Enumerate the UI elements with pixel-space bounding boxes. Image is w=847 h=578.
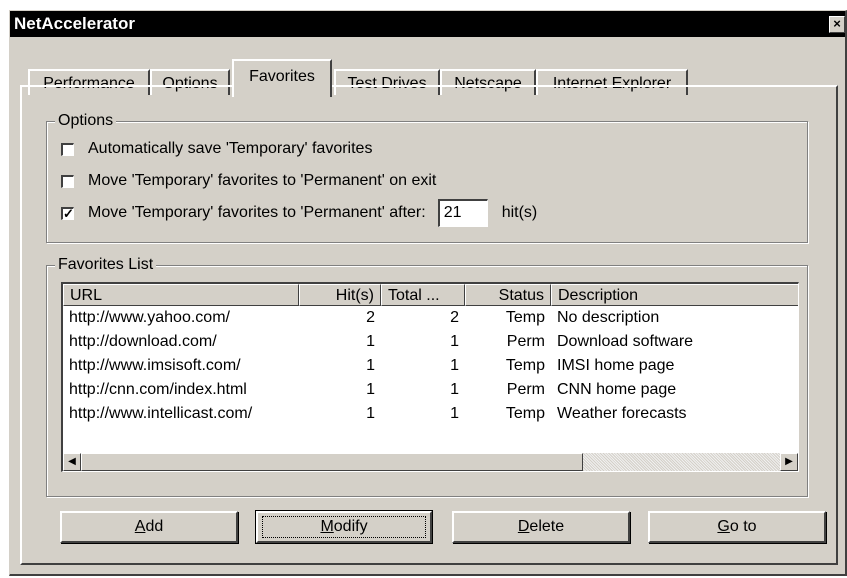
column-hits[interactable]: Hit(s) [299, 284, 381, 306]
close-icon[interactable]: × [829, 16, 845, 33]
cell-total: 2 [450, 309, 459, 326]
cell-status: Perm [506, 333, 545, 350]
move-on-exit-label: Move 'Temporary' favorites to 'Permanent… [88, 172, 437, 189]
cell-url: http://download.com/ [69, 333, 217, 350]
cell-total: 1 [450, 357, 459, 374]
cell-description: CNN home page [557, 381, 677, 398]
move-after-row[interactable]: ✓ Move 'Temporary' favorites to 'Permane… [61, 199, 538, 227]
cell-status: Perm [506, 381, 545, 398]
move-on-exit-checkbox[interactable] [61, 174, 74, 188]
cell-url: http://www.yahoo.com/ [69, 309, 230, 326]
modify-button[interactable]: Modify [255, 510, 433, 544]
cell-description: Download software [557, 333, 694, 350]
netaccelerator-window: NetAccelerator × Performance Options Fav… [9, 10, 847, 576]
scroll-thumb[interactable] [81, 453, 583, 471]
list-item[interactable]: http://download.com/1 1 Perm Download softw… [63, 330, 798, 354]
move-after-checkbox[interactable]: ✓ [61, 206, 74, 220]
focus-ring [262, 516, 426, 538]
hits-threshold-input[interactable]: 21 [437, 199, 488, 227]
cell-status: Temp [505, 309, 545, 326]
options-group: Options Automatically save 'Temporary' f… [46, 111, 808, 243]
listview-header: URL Hit(s) Total ... Status Description [63, 284, 798, 306]
cell-description: No description [557, 309, 660, 326]
auto-save-checkbox[interactable] [61, 142, 74, 156]
add-button[interactable]: Add [60, 511, 238, 543]
column-description[interactable]: Description [551, 284, 798, 306]
cell-hits: 2 [366, 309, 375, 326]
cell-url: http://www.imsisoft.com/ [69, 357, 241, 374]
cell-description: Weather forecasts [557, 405, 687, 422]
column-status[interactable]: Status [465, 284, 551, 306]
auto-save-label: Automatically save 'Temporary' favorites [88, 140, 373, 157]
move-after-label: Move 'Temporary' favorites to 'Permanent… [88, 204, 426, 221]
scroll-left-icon[interactable]: ◀ [63, 453, 81, 471]
cell-hits: 1 [366, 333, 375, 350]
window-title: NetAccelerator [14, 14, 135, 33]
cell-hits: 1 [366, 381, 375, 398]
list-item[interactable]: http://www.yahoo.com/2 2 Temp No descriptio… [63, 306, 798, 330]
cell-total: 1 [450, 405, 459, 422]
cell-url: http://www.intellicast.com/ [69, 405, 253, 422]
favorites-list-group: Favorites List URL Hit(s) Total ... Stat… [46, 255, 808, 497]
cell-hits: 1 [366, 405, 375, 422]
auto-save-row[interactable]: Automatically save 'Temporary' favorites [61, 138, 372, 160]
cell-total: 1 [450, 333, 459, 350]
scroll-right-icon[interactable]: ▶ [780, 453, 798, 471]
move-on-exit-row[interactable]: Move 'Temporary' favorites to 'Permanent… [61, 170, 436, 192]
horizontal-scrollbar[interactable]: ◀ ▶ [63, 453, 798, 471]
cell-total: 1 [450, 381, 459, 398]
go-to-button[interactable]: Go to [648, 511, 826, 543]
favorites-panel: Options Automatically save 'Temporary' f… [20, 85, 838, 565]
list-item[interactable]: http://cnn.com/index.html 1 1 Perm CNN home … [63, 378, 798, 402]
cell-hits: 1 [366, 357, 375, 374]
delete-button[interactable]: Delete [452, 511, 630, 543]
list-item[interactable]: http://www.intellicast.com/1 1 Temp Weather… [63, 402, 798, 426]
list-item[interactable]: http://www.imsisoft.com/1 1 Temp IMSI home … [63, 354, 798, 378]
tab-favorites[interactable]: Favorites [232, 59, 332, 97]
cell-status: Temp [505, 357, 545, 374]
title-bar[interactable]: NetAccelerator × [10, 11, 845, 37]
column-total[interactable]: Total ... [381, 284, 465, 306]
options-legend: Options [55, 111, 117, 131]
hits-suffix-label: hit(s) [501, 204, 538, 221]
cell-url: http://cnn.com/index.html [69, 381, 247, 398]
column-url[interactable]: URL [63, 284, 299, 306]
favorites-listview[interactable]: URL Hit(s) Total ... Status Description … [61, 282, 799, 472]
cell-description: IMSI home page [557, 357, 675, 374]
favorites-list-legend: Favorites List [55, 255, 157, 275]
cell-status: Temp [505, 405, 545, 422]
